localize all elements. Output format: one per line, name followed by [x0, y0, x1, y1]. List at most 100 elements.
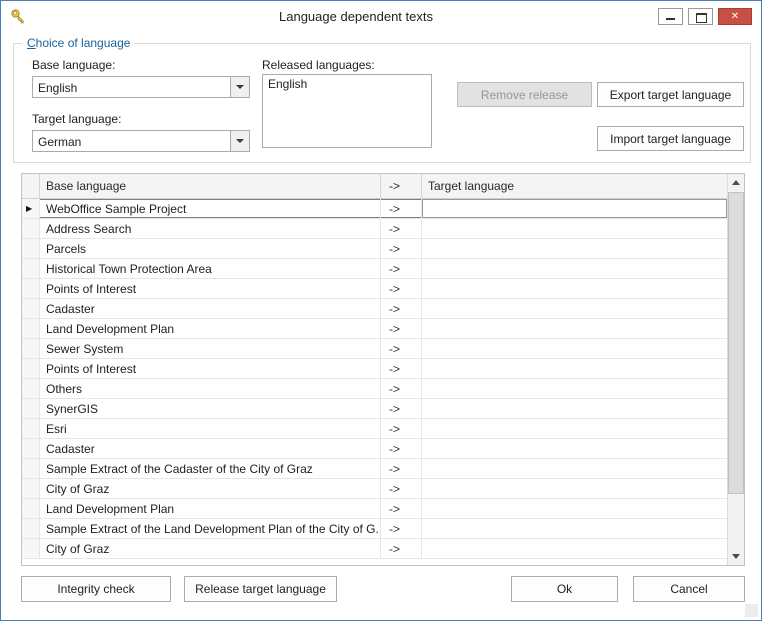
- table-row[interactable]: Points of Interest ->: [22, 279, 727, 299]
- target-language-cell[interactable]: [422, 239, 727, 258]
- base-language-cell[interactable]: Land Development Plan: [40, 499, 381, 518]
- table-row[interactable]: City of Graz ->: [22, 479, 727, 499]
- remove-release-button[interactable]: Remove release: [457, 82, 592, 107]
- header-base-language[interactable]: Base language: [40, 174, 381, 198]
- table-row[interactable]: Parcels ->: [22, 239, 727, 259]
- row-selector[interactable]: [22, 319, 40, 338]
- base-language-cell[interactable]: Land Development Plan: [40, 319, 381, 338]
- row-selector[interactable]: [22, 219, 40, 238]
- base-language-cell[interactable]: Sewer System: [40, 339, 381, 358]
- table-row[interactable]: City of Graz ->: [22, 539, 727, 559]
- row-selector[interactable]: [22, 259, 40, 278]
- row-selector[interactable]: [22, 199, 40, 218]
- base-language-cell[interactable]: Sample Extract of the Cadaster of the Ci…: [40, 459, 381, 478]
- row-selector[interactable]: [22, 439, 40, 458]
- base-language-cell[interactable]: Points of Interest: [40, 359, 381, 378]
- target-language-cell[interactable]: [422, 299, 727, 318]
- base-language-cell[interactable]: City of Graz: [40, 539, 381, 558]
- released-languages-list[interactable]: English: [262, 74, 432, 148]
- base-language-cell[interactable]: SynerGIS: [40, 399, 381, 418]
- list-item[interactable]: English: [263, 75, 431, 93]
- base-language-label: Base language:: [32, 58, 116, 72]
- table-row[interactable]: Cadaster ->: [22, 439, 727, 459]
- chevron-down-icon[interactable]: [230, 131, 249, 151]
- import-target-language-button[interactable]: Import target language: [597, 126, 744, 151]
- row-selector[interactable]: [22, 499, 40, 518]
- row-selector[interactable]: [22, 359, 40, 378]
- table-row[interactable]: WebOffice Sample Project->: [22, 199, 727, 219]
- cancel-button[interactable]: Cancel: [633, 576, 745, 602]
- base-language-cell[interactable]: Esri: [40, 419, 381, 438]
- arrow-cell: ->: [381, 399, 422, 418]
- target-language-cell[interactable]: [422, 319, 727, 338]
- table-row[interactable]: Others ->: [22, 379, 727, 399]
- scroll-up-icon[interactable]: [728, 174, 744, 191]
- row-selector[interactable]: [22, 399, 40, 418]
- target-language-cell[interactable]: [422, 339, 727, 358]
- target-language-cell[interactable]: [422, 199, 727, 218]
- target-language-value: German: [38, 135, 82, 149]
- target-language-cell[interactable]: [422, 539, 727, 558]
- arrow-cell: ->: [381, 199, 422, 218]
- maximize-button[interactable]: [688, 8, 713, 25]
- row-selector[interactable]: [22, 479, 40, 498]
- base-language-cell[interactable]: Cadaster: [40, 439, 381, 458]
- base-language-cell[interactable]: Sample Extract of the Land Development P…: [40, 519, 381, 538]
- row-selector[interactable]: [22, 279, 40, 298]
- base-language-cell[interactable]: City of Graz: [40, 479, 381, 498]
- table-row[interactable]: Sample Extract of the Land Development P…: [22, 519, 727, 539]
- row-selector[interactable]: [22, 459, 40, 478]
- target-language-cell[interactable]: [422, 519, 727, 538]
- target-language-cell[interactable]: [422, 279, 727, 298]
- row-selector[interactable]: [22, 519, 40, 538]
- base-language-cell[interactable]: WebOffice Sample Project: [40, 199, 381, 218]
- integrity-check-button[interactable]: Integrity check: [21, 576, 171, 602]
- minimize-button[interactable]: [658, 8, 683, 25]
- table-row[interactable]: Historical Town Protection Area ->: [22, 259, 727, 279]
- row-selector[interactable]: [22, 339, 40, 358]
- base-language-cell[interactable]: Cadaster: [40, 299, 381, 318]
- release-target-language-button[interactable]: Release target language: [184, 576, 337, 602]
- target-language-cell[interactable]: [422, 479, 727, 498]
- chevron-down-icon[interactable]: [230, 77, 249, 97]
- scroll-down-icon[interactable]: [728, 548, 744, 565]
- target-language-cell[interactable]: [422, 379, 727, 398]
- target-language-cell[interactable]: [422, 419, 727, 438]
- header-target-language[interactable]: Target language: [422, 174, 727, 198]
- base-language-cell[interactable]: Parcels: [40, 239, 381, 258]
- table-row[interactable]: Land Development Plan ->: [22, 499, 727, 519]
- grid-scrollbar[interactable]: [727, 174, 744, 565]
- table-row[interactable]: SynerGIS ->: [22, 399, 727, 419]
- ok-button[interactable]: Ok: [511, 576, 618, 602]
- resize-grip[interactable]: [745, 604, 758, 617]
- export-target-language-button[interactable]: Export target language: [597, 82, 744, 107]
- base-language-cell[interactable]: Historical Town Protection Area: [40, 259, 381, 278]
- row-selector[interactable]: [22, 239, 40, 258]
- table-row[interactable]: Land Development Plan ->: [22, 319, 727, 339]
- target-language-select[interactable]: German: [32, 130, 250, 152]
- row-selector[interactable]: [22, 419, 40, 438]
- table-row[interactable]: Sample Extract of the Cadaster of the Ci…: [22, 459, 727, 479]
- target-language-cell[interactable]: [422, 219, 727, 238]
- key-icon: [10, 8, 26, 24]
- target-language-cell[interactable]: [422, 459, 727, 478]
- table-row[interactable]: Esri ->: [22, 419, 727, 439]
- table-row[interactable]: Cadaster ->: [22, 299, 727, 319]
- close-button[interactable]: [718, 8, 752, 25]
- target-language-cell[interactable]: [422, 499, 727, 518]
- row-selector[interactable]: [22, 299, 40, 318]
- base-language-cell[interactable]: Address Search: [40, 219, 381, 238]
- target-language-cell[interactable]: [422, 399, 727, 418]
- base-language-select[interactable]: English: [32, 76, 250, 98]
- target-language-cell[interactable]: [422, 359, 727, 378]
- table-row[interactable]: Points of Interest ->: [22, 359, 727, 379]
- scrollbar-thumb[interactable]: [728, 192, 744, 494]
- base-language-cell[interactable]: Others: [40, 379, 381, 398]
- table-row[interactable]: Address Search ->: [22, 219, 727, 239]
- target-language-cell[interactable]: [422, 259, 727, 278]
- row-selector[interactable]: [22, 379, 40, 398]
- row-selector[interactable]: [22, 539, 40, 558]
- table-row[interactable]: Sewer System ->: [22, 339, 727, 359]
- base-language-cell[interactable]: Points of Interest: [40, 279, 381, 298]
- target-language-cell[interactable]: [422, 439, 727, 458]
